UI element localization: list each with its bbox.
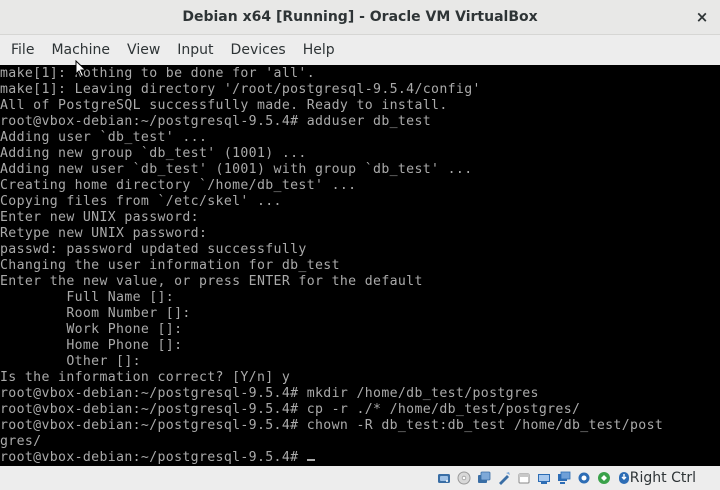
usb-icon[interactable] — [516, 470, 532, 486]
console-line: Home Phone []: — [0, 338, 183, 353]
console-line: root@vbox-debian:~/postgresql-9.5.4# cp … — [0, 402, 581, 417]
console-line: Adding new group `db_test' (1001) ... — [0, 146, 307, 161]
console-line: Is the information correct? [Y/n] y — [0, 370, 291, 385]
optical-drive-icon[interactable] — [456, 470, 472, 486]
network-icon[interactable] — [496, 470, 512, 486]
status-icons — [432, 469, 632, 487]
console-line: Other []: — [0, 354, 141, 369]
console-line: gres/ — [0, 434, 42, 449]
console-line: Retype new UNIX password: — [0, 226, 208, 241]
window-title: Debian x64 [Running] - Oracle VM Virtual… — [182, 9, 538, 25]
menu-help[interactable]: Help — [297, 35, 341, 65]
menu-file[interactable]: File — [5, 35, 40, 65]
console-prompt-line: root@vbox-debian:~/postgresql-9.5.4# — [0, 450, 315, 466]
text-cursor — [306, 459, 315, 461]
menu-devices[interactable]: Devices — [225, 35, 292, 65]
vm-console[interactable]: make[1]: Nothing to be done for 'all'. m… — [0, 65, 720, 466]
host-key-label: Right Ctrl — [629, 470, 696, 486]
console-prompt: root@vbox-debian:~/postgresql-9.5.4# — [0, 450, 307, 465]
console-line: Room Number []: — [0, 306, 191, 321]
console-line: Adding user `db_test' ... — [0, 130, 208, 145]
console-line: Adding new user `db_test' (1001) with gr… — [0, 162, 473, 177]
display-icon[interactable] — [556, 470, 572, 486]
console-line: make[1]: Leaving directory '/root/postgr… — [0, 82, 481, 97]
console-line: root@vbox-debian:~/postgresql-9.5.4# cho… — [0, 418, 664, 433]
console-line: Changing the user information for db_tes… — [0, 258, 340, 273]
console-line: passwd: password updated successfully — [0, 242, 307, 257]
menu-view[interactable]: View — [121, 35, 166, 65]
cpu-icon[interactable] — [596, 470, 612, 486]
menu-bar: File Machine View Input Devices Help — [0, 35, 720, 65]
mouse-cursor-icon — [75, 60, 87, 78]
video-capture-icon[interactable] — [576, 470, 592, 486]
virtualbox-window: Debian x64 [Running] - Oracle VM Virtual… — [0, 0, 720, 490]
console-line: root@vbox-debian:~/postgresql-9.5.4# mkd… — [0, 386, 539, 401]
close-icon: × — [695, 8, 709, 26]
console-line: Creating home directory `/home/db_test' … — [0, 178, 357, 193]
console-line: All of PostgreSQL successfully made. Rea… — [0, 98, 448, 113]
title-bar[interactable]: Debian x64 [Running] - Oracle VM Virtual… — [0, 0, 720, 35]
console-line: root@vbox-debian:~/postgresql-9.5.4# add… — [0, 114, 432, 129]
status-bar: Right Ctrl — [0, 466, 720, 490]
hard-disk-icon[interactable] — [436, 470, 452, 486]
audio-icon[interactable] — [476, 470, 492, 486]
console-line: Enter the new value, or press ENTER for … — [0, 274, 423, 289]
shared-folders-icon[interactable] — [536, 470, 552, 486]
console-line: Copying files from `/etc/skel' ... — [0, 194, 282, 209]
console-line: Work Phone []: — [0, 322, 183, 337]
close-button[interactable]: × — [692, 7, 712, 27]
console-line: make[1]: Nothing to be done for 'all'. — [0, 66, 316, 81]
console-line: Enter new UNIX password: — [0, 210, 199, 225]
menu-input[interactable]: Input — [171, 35, 219, 65]
console-line: Full Name []: — [0, 290, 175, 305]
